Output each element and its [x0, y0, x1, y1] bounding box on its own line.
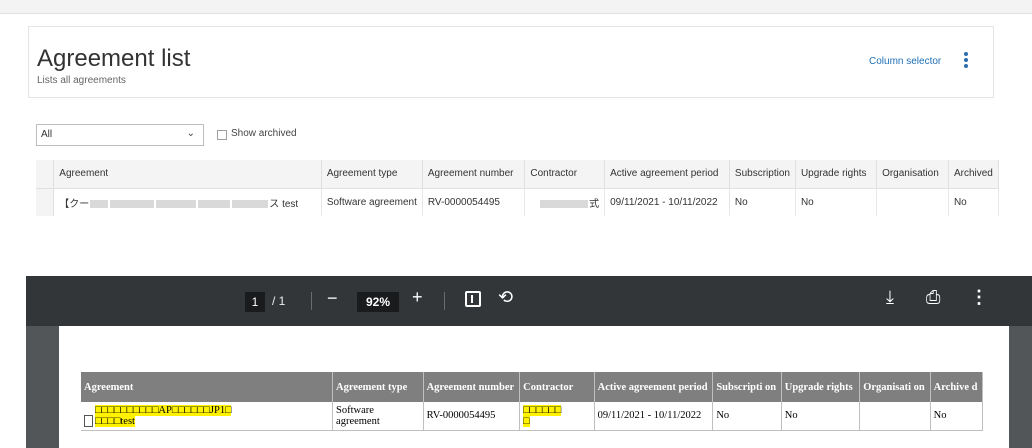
- contractor-suffix: 式: [589, 198, 600, 210]
- column-header-archived[interactable]: Archived: [948, 160, 1000, 188]
- cell-period: 09/11/2021 - 10/11/2022: [604, 187, 730, 216]
- rotate-icon[interactable]: ⟲: [498, 287, 513, 308]
- redacted-text: [110, 200, 155, 209]
- pdf-column-agreement: Agreement: [81, 372, 334, 402]
- column-header-agreement-number[interactable]: Agreement number: [422, 160, 526, 188]
- agreement-table: Agreement Agreement type Agreement numbe…: [36, 160, 1000, 216]
- pdf-column-contractor: Contractor: [519, 372, 595, 402]
- cell-upgrade-rights: No: [795, 187, 878, 216]
- page-number-input[interactable]: 1: [245, 292, 265, 312]
- column-header-upgrade-rights[interactable]: Upgrade rights: [795, 160, 878, 188]
- fit-to-page-icon[interactable]: [465, 291, 481, 307]
- zoom-out-icon[interactable]: −: [327, 288, 338, 309]
- cell-organisation: [876, 187, 949, 216]
- pdf-column-archived: Archive d: [930, 372, 984, 402]
- agreement-line-1: □□□□□□□□□□AP□□□□□□JP1□: [95, 404, 232, 416]
- download-icon[interactable]: ⤓: [886, 287, 894, 308]
- cell-agreement-number: RV-0000054495: [422, 187, 526, 216]
- contractor-line-1: □□□□□□: [523, 404, 562, 416]
- pdf-toolbar: 1 / 1 − 92% + ⟲ ⤓ ⎙ ⋮: [26, 276, 1032, 326]
- pdf-cell-agreement-number: RV-0000054495: [423, 402, 521, 431]
- page-header: Agreement list Lists all agreements Colu…: [28, 26, 994, 98]
- page-total: / 1: [272, 294, 286, 308]
- page-subtitle: Lists all agreements: [37, 75, 126, 86]
- more-options-icon[interactable]: ⋮: [970, 287, 988, 308]
- redacted-text: [232, 200, 269, 209]
- table-row[interactable]: 【クー ス test Software agreement RV-00000544…: [36, 187, 1000, 216]
- column-header-agreement-type[interactable]: Agreement type: [321, 160, 423, 188]
- row-selector[interactable]: [36, 187, 55, 216]
- toolbar-divider: [444, 292, 445, 310]
- redacted-text: [540, 200, 589, 209]
- cell-archived: No: [948, 187, 1000, 216]
- cell-agreement-type: Software agreement: [321, 187, 423, 216]
- zoom-level-input[interactable]: 92%: [357, 292, 399, 312]
- top-strip: [0, 0, 1032, 14]
- pdf-column-subscription: Subscripti on: [712, 372, 782, 402]
- show-archived-checkbox[interactable]: [217, 130, 227, 140]
- pdf-cell-agreement: □□□□□□□□□□AP□□□□□□JP1□ □□□□test: [81, 402, 334, 431]
- checkbox-glyph: [84, 414, 93, 427]
- page-title: Agreement list: [37, 45, 191, 72]
- show-archived-label: Show archived: [231, 128, 297, 139]
- pdf-cell-archived: No: [930, 402, 984, 431]
- zoom-in-icon[interactable]: +: [412, 287, 423, 308]
- agreement-line-2: □□□□test: [95, 415, 135, 427]
- agreement-name-prefix: 【クー: [59, 198, 90, 210]
- column-header-organisation[interactable]: Organisation: [876, 160, 949, 188]
- redacted-text: [90, 200, 109, 209]
- more-options-icon[interactable]: [961, 51, 971, 73]
- pdf-column-period: Active agreement period: [594, 372, 714, 402]
- print-icon[interactable]: ⎙: [926, 287, 940, 308]
- agreement-name-suffix: ス test: [269, 198, 299, 210]
- column-header-period[interactable]: Active agreement period: [604, 160, 730, 188]
- column-selector-link[interactable]: Column selector: [869, 56, 941, 67]
- pdf-agreement-table: Agreement Agreement type Agreement numbe…: [81, 372, 984, 431]
- contractor-line-2: □: [523, 415, 530, 427]
- pdf-column-organisation: Organisati on: [859, 372, 931, 402]
- pdf-header-row: Agreement Agreement type Agreement numbe…: [81, 372, 984, 402]
- cell-contractor: 式: [524, 187, 606, 216]
- column-header-subscription[interactable]: Subscription: [729, 160, 796, 188]
- pdf-column-agreement-type: Agreement type: [332, 372, 424, 402]
- redacted-text: [198, 200, 231, 209]
- column-header-contractor[interactable]: Contractor: [524, 160, 606, 188]
- redacted-text: [156, 200, 197, 209]
- table-header-row: Agreement Agreement type Agreement numbe…: [36, 160, 1000, 188]
- pdf-viewer: 1 / 1 − 92% + ⟲ ⤓ ⎙ ⋮ Agreement Agreemen…: [26, 276, 1032, 448]
- filter-selected-value: All: [41, 129, 53, 140]
- agreement-filter-select[interactable]: All ⌄: [36, 124, 204, 146]
- pdf-cell-organisation: [859, 402, 931, 431]
- pdf-cell-contractor: □□□□□□ □: [519, 402, 595, 431]
- cell-subscription: No: [729, 187, 796, 216]
- pdf-cell-subscription: No: [712, 402, 782, 431]
- column-header-agreement[interactable]: Agreement: [53, 160, 322, 188]
- pdf-cell-agreement-type: Software agreement: [332, 402, 424, 431]
- pdf-cell-upgrade-rights: No: [781, 402, 861, 431]
- cell-agreement[interactable]: 【クー ス test: [53, 187, 322, 216]
- pdf-column-agreement-number: Agreement number: [423, 372, 521, 402]
- pdf-cell-period: 09/11/2021 - 10/11/2022: [594, 402, 714, 431]
- pdf-page: Agreement Agreement type Agreement numbe…: [59, 326, 1009, 448]
- pdf-table-row: □□□□□□□□□□AP□□□□□□JP1□ □□□□test Software …: [81, 402, 984, 431]
- toolbar-divider: [311, 292, 312, 310]
- pdf-column-upgrade-rights: Upgrade rights: [781, 372, 861, 402]
- chevron-down-icon: ⌄: [186, 128, 195, 139]
- row-selector-header: [36, 160, 55, 188]
